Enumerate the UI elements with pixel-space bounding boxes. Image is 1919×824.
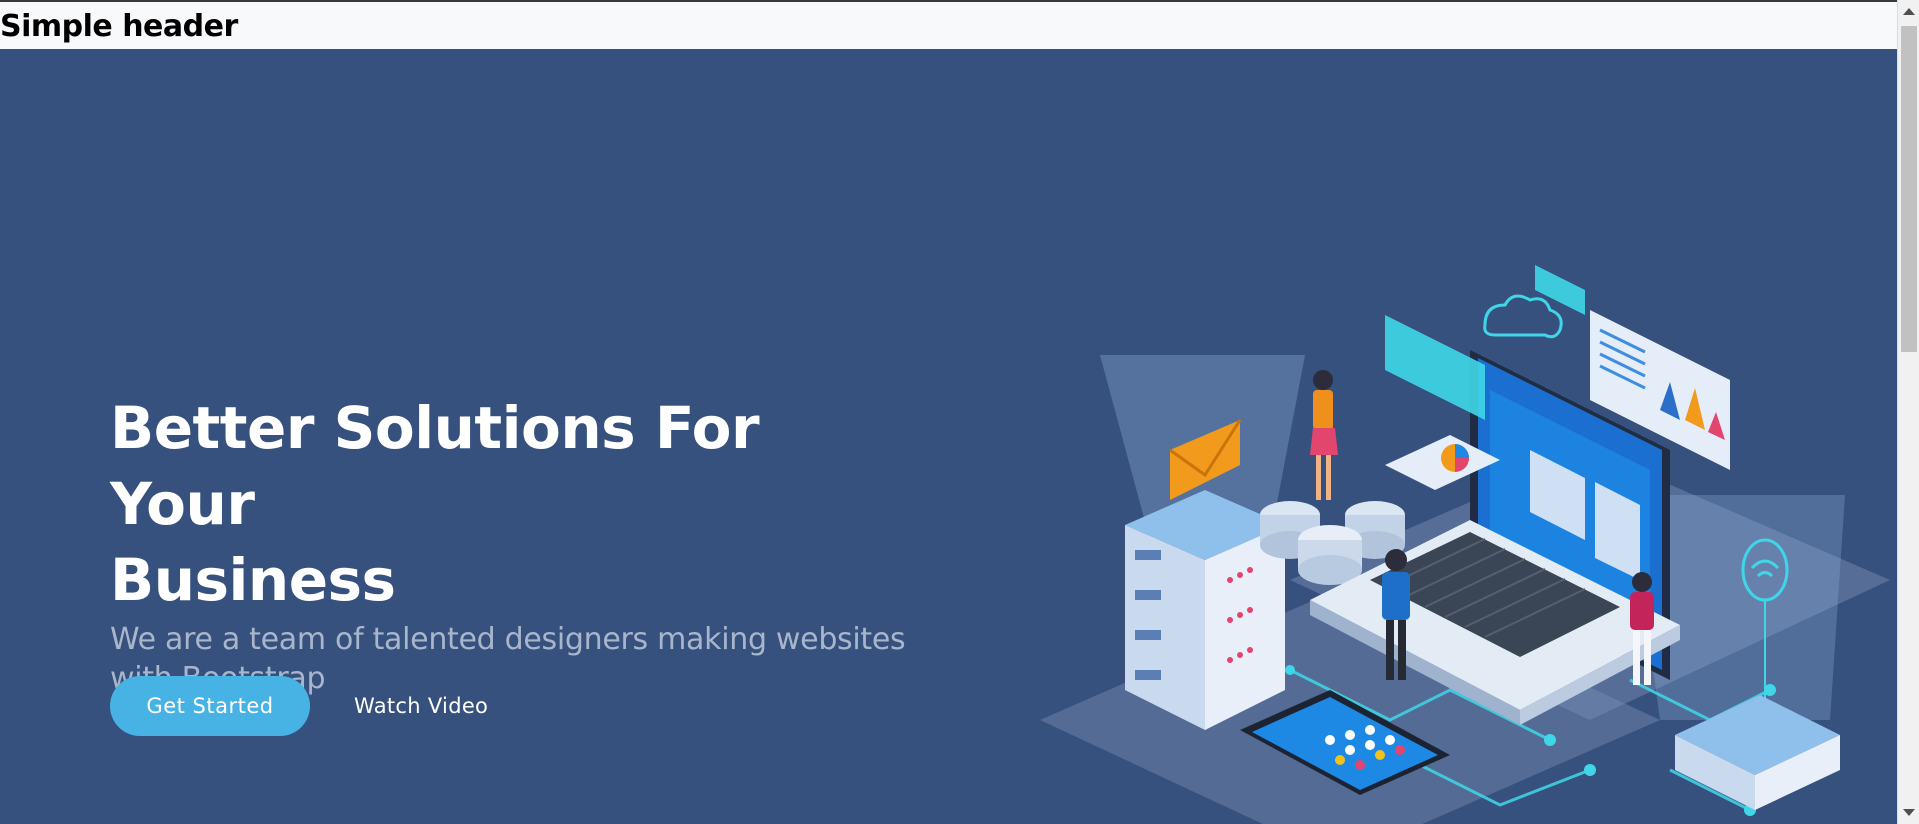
- scroll-up-arrow-icon[interactable]: [1903, 8, 1915, 15]
- vertical-scrollbar[interactable]: [1897, 0, 1919, 824]
- scrollbar-thumb[interactable]: [1901, 26, 1917, 352]
- hero-title-line1: Better Solutions For Your: [110, 394, 760, 538]
- watch-video-link[interactable]: Watch Video: [354, 676, 488, 736]
- scroll-down-arrow-icon[interactable]: [1903, 809, 1915, 816]
- hero-title: Better Solutions For Your Business: [110, 390, 910, 618]
- get-started-button[interactable]: Get Started: [110, 676, 310, 736]
- hero-subtitle-line1: We are a team of talented designers maki…: [110, 622, 906, 657]
- cloud-icon: [1483, 294, 1563, 339]
- person-woman-top: [1310, 370, 1338, 500]
- hero-text-block: Better Solutions For Your Business We ar…: [110, 390, 910, 698]
- hero-title-line2: Business: [110, 546, 396, 614]
- header-title: Simple header: [0, 9, 238, 44]
- top-header: Simple header: [0, 0, 1897, 49]
- hero-illustration: [1040, 265, 1890, 824]
